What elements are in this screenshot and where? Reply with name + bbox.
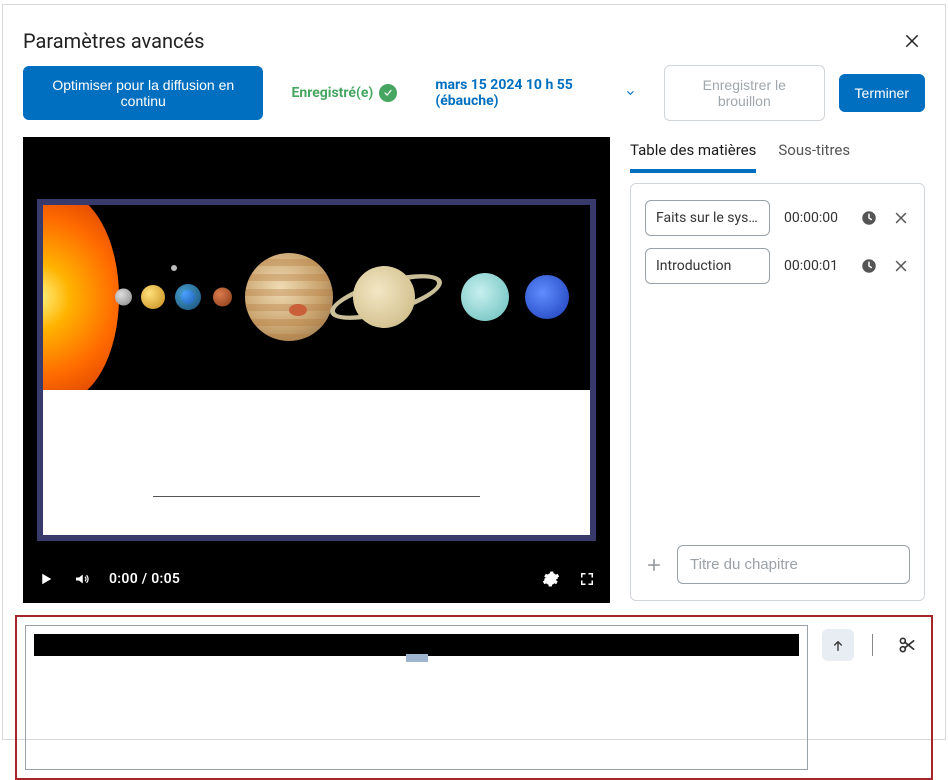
toolbar-divider: [872, 634, 873, 656]
save-draft-button: Enregistrer le brouillon: [664, 65, 825, 121]
toc-chapter-time: 00:00:01: [784, 258, 846, 274]
cut-tool-button[interactable]: [891, 629, 923, 661]
gear-icon[interactable]: [542, 570, 560, 588]
chapter-title-input[interactable]: [677, 545, 910, 584]
timeline-playhead[interactable]: [406, 654, 428, 662]
save-status: Enregistré(e): [291, 84, 397, 102]
close-icon[interactable]: [903, 32, 921, 50]
toc-chapter-time: 00:00:00: [784, 210, 846, 226]
clock-icon[interactable]: [860, 257, 878, 275]
fullscreen-icon[interactable]: [578, 570, 596, 588]
toc-row: Introduction 00:00:01: [645, 248, 910, 284]
clock-icon[interactable]: [860, 209, 878, 227]
check-circle-icon: [379, 84, 397, 102]
optimize-stream-button[interactable]: Optimiser pour la diffusion en continu: [23, 66, 263, 120]
volume-icon[interactable]: [73, 570, 91, 588]
delete-chapter-icon[interactable]: [892, 257, 910, 275]
add-chapter-icon[interactable]: [645, 556, 663, 574]
toc-panel: Faits sur le syst... 00:00:00 Introducti…: [630, 183, 925, 601]
chevron-down-icon: [625, 87, 636, 99]
tab-captions[interactable]: Sous-titres: [778, 137, 850, 173]
save-status-text: Enregistré(e): [291, 85, 373, 101]
draft-timestamp-dropdown[interactable]: mars 15 2024 10 h 55 (ébauche): [435, 77, 636, 109]
toc-chapter-title[interactable]: Faits sur le syst...: [645, 200, 770, 236]
time-display: 0:00 / 0:05: [109, 571, 180, 587]
slide-image: [43, 205, 590, 390]
toc-chapter-title[interactable]: Introduction: [645, 248, 770, 284]
video-player[interactable]: 0:00 / 0:05: [23, 137, 610, 603]
slide-title-area: [43, 390, 590, 535]
toc-row: Faits sur le syst... 00:00:00: [645, 200, 910, 236]
play-icon[interactable]: [37, 570, 55, 588]
draft-timestamp-label: mars 15 2024 10 h 55 (ébauche): [435, 77, 619, 109]
timeline-section: [15, 615, 933, 780]
timeline-track[interactable]: [25, 625, 808, 770]
page-title: Paramètres avancés: [23, 29, 204, 53]
video-frame: [37, 199, 596, 541]
select-tool-button[interactable]: [822, 629, 854, 661]
scissors-icon: [897, 635, 917, 655]
finish-button[interactable]: Terminer: [839, 74, 925, 112]
delete-chapter-icon[interactable]: [892, 209, 910, 227]
tab-toc[interactable]: Table des matières: [630, 137, 756, 173]
player-controls: 0:00 / 0:05: [23, 555, 610, 603]
